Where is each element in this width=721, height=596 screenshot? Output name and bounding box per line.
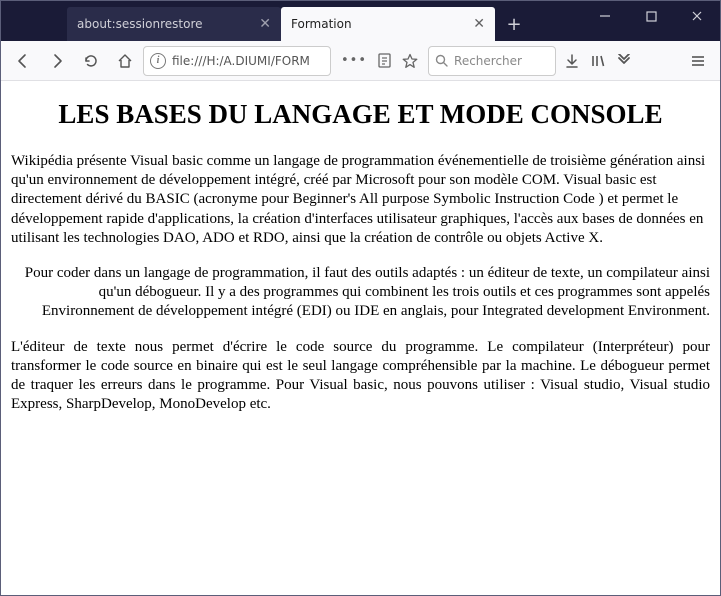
downloads-icon[interactable] xyxy=(564,53,580,69)
paragraph-1: Wikipédia présente Visual basic comme un… xyxy=(11,152,710,248)
url-bar[interactable]: i file:///H:/A.DIUMI/FORM xyxy=(143,46,331,76)
maximize-button[interactable] xyxy=(628,1,674,31)
window-controls xyxy=(582,1,720,41)
page-actions: ••• xyxy=(333,53,426,69)
page-content: LES BASES DU LANGAGE ET MODE CONSOLE Wik… xyxy=(1,81,720,595)
tab-formation[interactable]: Formation ✕ xyxy=(281,7,495,41)
app-menu-button[interactable] xyxy=(682,45,714,77)
reader-view-icon[interactable] xyxy=(377,53,392,68)
titlebar-spacer xyxy=(1,1,67,41)
tab-sessionrestore[interactable]: about:sessionrestore ✕ xyxy=(67,7,281,41)
overflow-icon[interactable] xyxy=(616,54,632,68)
close-icon[interactable]: ✕ xyxy=(473,16,485,32)
library-icon[interactable] xyxy=(590,53,606,69)
tab-label: about:sessionrestore xyxy=(77,17,253,31)
close-window-button[interactable] xyxy=(674,1,720,31)
paragraph-3: L'éditeur de texte nous permet d'écrire … xyxy=(11,338,710,415)
new-tab-button[interactable]: + xyxy=(499,9,529,39)
minimize-button[interactable] xyxy=(582,1,628,31)
toolbar-extra xyxy=(558,53,638,69)
navigation-toolbar: i file:///H:/A.DIUMI/FORM ••• Rechercher xyxy=(1,41,720,81)
reload-button[interactable] xyxy=(75,45,107,77)
search-icon xyxy=(435,54,448,67)
search-bar[interactable]: Rechercher xyxy=(428,46,556,76)
search-placeholder: Rechercher xyxy=(454,54,522,68)
close-icon[interactable]: ✕ xyxy=(259,16,271,32)
page-actions-more-icon[interactable]: ••• xyxy=(341,53,367,68)
bookmark-star-icon[interactable] xyxy=(402,53,418,69)
paragraph-2: Pour coder dans un langage de programmat… xyxy=(11,264,710,322)
home-button[interactable] xyxy=(109,45,141,77)
site-info-icon[interactable]: i xyxy=(150,53,166,69)
page-title: LES BASES DU LANGAGE ET MODE CONSOLE xyxy=(11,99,710,130)
back-button[interactable] xyxy=(7,45,39,77)
window-titlebar: about:sessionrestore ✕ Formation ✕ + xyxy=(1,1,720,41)
tab-label: Formation xyxy=(291,17,467,31)
tab-strip: about:sessionrestore ✕ Formation ✕ + xyxy=(67,1,582,41)
forward-button[interactable] xyxy=(41,45,73,77)
url-text: file:///H:/A.DIUMI/FORM xyxy=(172,54,324,68)
